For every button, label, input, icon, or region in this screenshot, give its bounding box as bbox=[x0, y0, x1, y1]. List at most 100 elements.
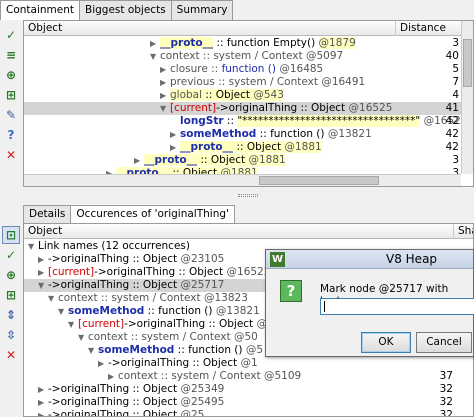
close-icon[interactable]: ✕ bbox=[2, 346, 20, 364]
row-text: :: function () bbox=[256, 128, 328, 140]
column-object[interactable]: Object bbox=[24, 21, 396, 36]
horizontal-scrollbar[interactable] bbox=[24, 174, 461, 186]
tab-summary[interactable]: Summary bbox=[170, 0, 234, 20]
mark-node-dialog: W V8 Heap ? Mark node @25717 with text: … bbox=[265, 249, 474, 357]
expand-arrow-icon[interactable]: ▶ bbox=[38, 253, 48, 266]
expand-arrow-icon[interactable]: ▶ bbox=[134, 154, 144, 167]
splitter[interactable] bbox=[23, 189, 474, 203]
row-text: @16525 bbox=[226, 266, 271, 278]
row-text: @25495 bbox=[180, 396, 225, 408]
row-text: someMethod bbox=[68, 305, 145, 317]
mark-text-input[interactable] bbox=[320, 298, 474, 315]
refresh-icon[interactable]: ✓ bbox=[2, 246, 20, 264]
expand-arrow-icon[interactable]: ▶ bbox=[150, 37, 160, 50]
distance-cell: 32 bbox=[439, 383, 453, 395]
row-text: closure bbox=[170, 63, 208, 75]
expand-arrow-icon[interactable]: ▶ bbox=[160, 76, 170, 89]
row-text: ->originalThing :: Object bbox=[48, 396, 181, 408]
row-text: :: function Empty() bbox=[213, 37, 319, 49]
horizontal-scroll-thumb[interactable] bbox=[259, 176, 379, 185]
distance-cell: 7 bbox=[452, 76, 459, 88]
row-text: context bbox=[118, 370, 158, 382]
tree-row[interactable]: ▶ ->originalThing :: Object @1 bbox=[24, 357, 473, 370]
tab-containment[interactable]: Containment bbox=[0, 0, 80, 20]
find-icon[interactable]: ⊕ bbox=[2, 266, 20, 284]
row-text: :: bbox=[223, 115, 238, 127]
collapse-arrow-icon[interactable]: ▼ bbox=[88, 344, 98, 357]
expand-arrow-icon[interactable]: ▶ bbox=[170, 128, 180, 141]
row-text: [current] bbox=[170, 102, 217, 114]
tree-row[interactable]: ▶ closure :: function () @16485 5 bbox=[24, 63, 463, 76]
collapse-arrow-icon[interactable]: ▼ bbox=[78, 331, 88, 344]
row-text: :: system / Context bbox=[214, 76, 322, 88]
tab-occurrences[interactable]: Occurences of 'originalThing' bbox=[70, 205, 235, 223]
row-text: @16491 bbox=[321, 76, 366, 88]
expand-arrow-icon[interactable]: ▶ bbox=[160, 63, 170, 76]
expand-arrow-icon[interactable]: ▶ bbox=[170, 141, 180, 154]
column-distance[interactable]: Distance bbox=[396, 21, 463, 36]
refresh-icon[interactable]: ✓ bbox=[2, 26, 20, 44]
expand-arrow-icon[interactable]: ▶ bbox=[160, 89, 170, 102]
row-text: @543 bbox=[253, 89, 284, 101]
row-text: Link names (12 occurrences) bbox=[38, 240, 190, 252]
row-text: someMethod bbox=[180, 128, 257, 140]
app-logo-icon: W bbox=[270, 252, 285, 267]
collapse-arrow-icon[interactable]: ▼ bbox=[58, 305, 68, 318]
tree-row[interactable]: ▶__proto__ :: Object @1881 3 bbox=[24, 154, 463, 167]
cancel-button[interactable]: Cancel bbox=[416, 332, 472, 353]
tree-row[interactable]: ▶ ->originalThing :: Object @25349 32 bbox=[24, 383, 473, 396]
column-object[interactable]: Object bbox=[24, 224, 454, 239]
collapse-icon[interactable]: ⇳ bbox=[2, 326, 20, 344]
ok-button[interactable]: OK bbox=[361, 332, 411, 353]
collapse-arrow-icon[interactable]: ▼ bbox=[28, 240, 38, 253]
collapse-arrow-icon[interactable]: ▼ bbox=[48, 292, 58, 305]
row-text: someMethod bbox=[98, 344, 175, 356]
expand-arrow-icon[interactable]: ▶ bbox=[98, 357, 108, 370]
tree-icon[interactable]: ⊞ bbox=[2, 286, 20, 304]
vertical-scrollbar[interactable] bbox=[461, 21, 473, 174]
vertical-scroll-thumb[interactable] bbox=[463, 39, 472, 87]
row-text: :: system / Context bbox=[97, 292, 204, 304]
tree-row[interactable]: ▶ context :: system / Context @5109 37 bbox=[24, 370, 473, 383]
expand-arrow-icon[interactable]: ▶ bbox=[38, 266, 48, 279]
help-icon[interactable]: ? bbox=[2, 126, 20, 144]
row-text: @16485 bbox=[276, 63, 324, 75]
find-icon[interactable]: ⊕ bbox=[2, 66, 20, 84]
collapse-arrow-icon[interactable]: ▼ bbox=[68, 318, 78, 331]
expand-arrow-icon[interactable]: ▶ bbox=[38, 409, 48, 416]
close-icon[interactable]: ✕ bbox=[2, 146, 20, 164]
tree-row[interactable]: ▶ ->originalThing :: Object @25... 32 bbox=[24, 409, 473, 416]
tree-icon[interactable]: ⊞ bbox=[2, 86, 20, 104]
tree-row[interactable]: ▼ context :: system / Context @5097 40 bbox=[24, 50, 463, 63]
expand-arrow-icon[interactable]: ▶ bbox=[38, 383, 48, 396]
link-names-icon[interactable]: ⊡ bbox=[2, 226, 20, 244]
tree-row[interactable]: ▶ global :: Object @543 4 bbox=[24, 89, 463, 102]
tree-row[interactable]: ▶ previous :: system / Context @16491 7 bbox=[24, 76, 463, 89]
dialog-title-bar[interactable]: W V8 Heap bbox=[266, 250, 473, 269]
row-text: @1881 bbox=[284, 141, 322, 153]
collapse-arrow-icon[interactable]: ▼ bbox=[160, 102, 170, 115]
row-text: @1 bbox=[240, 357, 258, 369]
filter-icon[interactable]: ≡ bbox=[2, 46, 20, 64]
row-text: previous bbox=[170, 76, 215, 88]
top-tab-bar: Containment Biggest objects Summary bbox=[0, 0, 234, 20]
containment-rows: ▶ __proto__ :: function Empty() @1879 3 ▼ co… bbox=[24, 37, 463, 186]
tree-row[interactable]: ▼[current]->originalThing :: Object @165… bbox=[24, 102, 463, 115]
expand-arrow-icon[interactable]: ▶ bbox=[38, 396, 48, 409]
tree-row[interactable]: ▶ __proto__ :: Object @1881 42 bbox=[24, 141, 463, 154]
expand-icon[interactable]: ⇕ bbox=[2, 306, 20, 324]
column-shallow[interactable]: Sha bbox=[454, 224, 473, 239]
tree-row[interactable]: ▶ __proto__ :: function Empty() @1879 3 bbox=[24, 37, 463, 50]
tab-details[interactable]: Details bbox=[23, 205, 72, 223]
tab-biggest-objects[interactable]: Biggest objects bbox=[79, 0, 172, 20]
expand-arrow-icon[interactable]: ▶ bbox=[108, 370, 118, 383]
distance-cell: 40 bbox=[445, 50, 459, 62]
tree-row[interactable]: longStr :: "****************************… bbox=[24, 115, 463, 128]
collapse-arrow-icon[interactable]: ▼ bbox=[38, 279, 48, 292]
tree-row[interactable]: ▶ ->originalThing :: Object @25495 32 bbox=[24, 396, 473, 409]
tree-row[interactable]: ▶ someMethod :: function () @13821 42 bbox=[24, 128, 463, 141]
row-text: :: Object bbox=[197, 154, 249, 166]
collapse-arrow-icon[interactable]: ▼ bbox=[150, 50, 160, 63]
mark-icon[interactable]: ✎ bbox=[2, 106, 20, 124]
row-text: [current] bbox=[48, 266, 95, 278]
